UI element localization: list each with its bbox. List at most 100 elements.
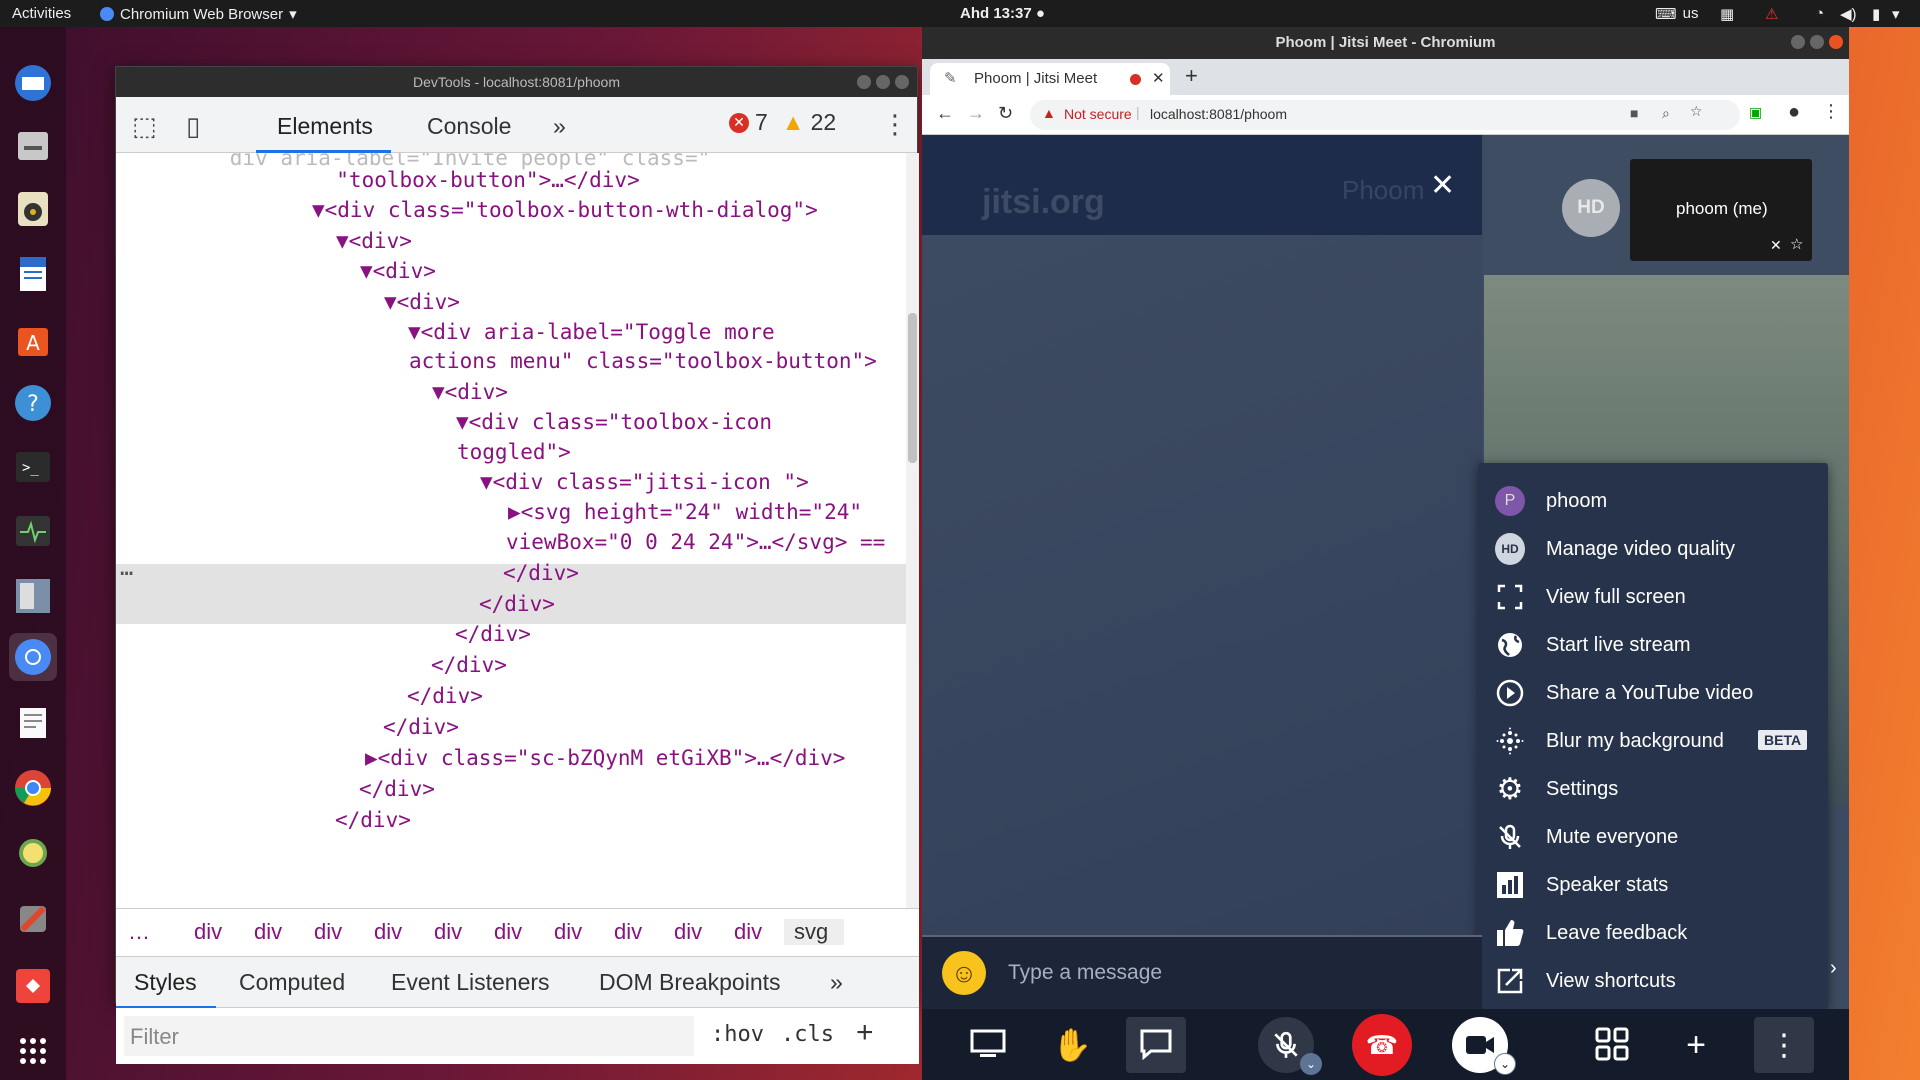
chromium-dock-icon[interactable] xyxy=(9,633,57,681)
breadcrumb-item-selected[interactable]: svg xyxy=(784,919,844,945)
system-tools-icon[interactable] xyxy=(9,895,57,943)
dom-line[interactable]: </div> xyxy=(407,681,483,711)
warning-icon[interactable]: ⚠ xyxy=(1765,5,1778,23)
invite-button[interactable]: + xyxy=(1666,1017,1726,1073)
browser-tab[interactable]: ✎ Phoom | Jitsi Meet ✕ xyxy=(930,63,1170,95)
more-tabs-button[interactable]: » xyxy=(553,113,566,140)
omnibox[interactable]: ▲ Not secure | localhost:8081/phoom ■ ⌕ … xyxy=(1030,100,1740,130)
breadcrumb-ellipsis[interactable]: … xyxy=(128,919,194,945)
chat-message-input[interactable]: Type a message xyxy=(1008,961,1162,985)
close-icon[interactable] xyxy=(1829,35,1843,49)
dom-line[interactable]: </div> xyxy=(359,774,435,804)
dom-line[interactable]: </div> xyxy=(455,619,531,649)
terminal-icon[interactable]: >_ xyxy=(9,443,57,491)
dom-tree-scrollbar[interactable] xyxy=(906,153,919,908)
menu-item-shortcuts[interactable]: View shortcuts xyxy=(1478,957,1828,1005)
scrollbar-thumb[interactable] xyxy=(908,313,917,463)
self-view-thumbnail[interactable]: phoom (me) ✕ ☆ xyxy=(1630,159,1812,261)
minimize-icon[interactable] xyxy=(857,75,871,89)
menu-item-live-stream[interactable]: Start live stream xyxy=(1478,621,1828,669)
tile-view-button[interactable] xyxy=(1582,1017,1642,1073)
tab-dom-breakpoints[interactable]: DOM Breakpoints xyxy=(599,969,781,996)
rhythmbox-icon[interactable] xyxy=(9,185,57,233)
close-chat-icon[interactable]: ✕ xyxy=(1430,168,1455,203)
breadcrumb-item[interactable]: div xyxy=(554,919,614,945)
dom-line[interactable]: ▼<div aria-label="Toggle more xyxy=(408,317,775,347)
dom-line[interactable]: ▼<div> xyxy=(360,256,436,286)
activities-button[interactable]: Activities xyxy=(12,5,71,22)
tab-event-listeners[interactable]: Event Listeners xyxy=(391,969,550,996)
back-icon[interactable]: ← xyxy=(936,103,954,124)
menu-item-feedback[interactable]: Leave feedback xyxy=(1478,909,1828,957)
kebab-menu-icon[interactable]: ⋮ xyxy=(882,109,908,140)
more-tabs-button[interactable]: » xyxy=(830,969,843,996)
breadcrumb-item[interactable]: div xyxy=(434,919,494,945)
device-toolbar-icon[interactable]: ▯ xyxy=(186,111,200,142)
screen-share-button[interactable] xyxy=(958,1017,1018,1073)
inspect-element-icon[interactable]: ⬚ xyxy=(132,111,157,142)
writer-icon[interactable] xyxy=(9,250,57,298)
app-menu[interactable]: Chromium Web Browser ▾ xyxy=(100,5,297,23)
dom-line[interactable]: </div> xyxy=(503,558,579,588)
breadcrumb-item[interactable]: div xyxy=(674,919,734,945)
text-editor-icon[interactable] xyxy=(9,699,57,747)
minimize-icon[interactable] xyxy=(1791,35,1805,49)
not-secure-label[interactable]: Not secure xyxy=(1064,106,1132,122)
error-counter[interactable]: ✕ 7 ▲ 22 xyxy=(729,109,836,136)
system-monitor-icon[interactable] xyxy=(9,507,57,555)
dom-line[interactable]: "toolbox-button">…</div> xyxy=(311,165,639,195)
tab-close-icon[interactable]: ✕ xyxy=(1152,63,1165,95)
dom-line[interactable]: ▼<div> xyxy=(432,377,508,407)
cls-button[interactable]: .cls xyxy=(781,1022,834,1047)
close-icon[interactable] xyxy=(895,75,909,89)
profile-icon[interactable]: ● xyxy=(1788,101,1800,124)
wifi-icon[interactable]: ◔ xyxy=(1815,5,1824,22)
filter-input[interactable]: Filter xyxy=(124,1016,694,1056)
node-ellipsis[interactable]: … xyxy=(120,556,133,581)
clock[interactable]: Ahd 13:37 ● xyxy=(960,5,1045,22)
url-text[interactable]: localhost:8081/phoom xyxy=(1150,106,1287,122)
dom-line[interactable]: ▼<div class="toolbox-icon xyxy=(456,407,772,437)
extension-icon[interactable]: ▣ xyxy=(1749,104,1762,121)
help-icon[interactable]: ? xyxy=(9,379,57,427)
zoom-icon[interactable]: ⌕ xyxy=(1662,105,1670,122)
dom-line[interactable]: </div> xyxy=(335,805,411,835)
chevron-down-icon[interactable]: ⌄ xyxy=(1494,1053,1516,1075)
breadcrumb-item[interactable]: div xyxy=(254,919,314,945)
reload-icon[interactable]: ↻ xyxy=(998,103,1013,124)
camera-button[interactable]: ⌄ xyxy=(1450,1017,1516,1075)
more-actions-button[interactable]: ⋮ xyxy=(1754,1017,1814,1073)
menu-item-fullscreen[interactable]: View full screen xyxy=(1478,573,1828,621)
dom-line[interactable]: actions menu" class="toolbox-button"> xyxy=(409,346,877,376)
menu-item-profile[interactable]: P phoom xyxy=(1478,477,1828,525)
chevron-right-icon[interactable]: › xyxy=(1830,957,1837,980)
camera-icon[interactable]: ■ xyxy=(1630,105,1638,121)
dom-line[interactable]: ▶<div class="sc-bZQynM etGiXB">…</div> xyxy=(365,743,845,773)
dom-line-selected[interactable]: viewBox="0 0 24 24">…</svg> == xyxy=(506,527,885,557)
chevron-down-icon[interactable]: ⌄ xyxy=(1300,1053,1322,1075)
dom-line[interactable]: toggled"> xyxy=(457,437,571,467)
calendar-icon[interactable]: ▦ xyxy=(1720,5,1734,23)
hov-button[interactable]: :hov xyxy=(711,1022,764,1047)
chrome-icon[interactable] xyxy=(9,764,57,812)
battery-icon[interactable]: ▮ xyxy=(1872,5,1880,23)
tab-console[interactable]: Console xyxy=(427,113,511,140)
breadcrumb-item[interactable]: div xyxy=(374,919,434,945)
bookmark-star-icon[interactable]: ☆ xyxy=(1690,103,1703,120)
dom-line[interactable]: </div> xyxy=(383,712,459,742)
breadcrumb-item[interactable]: div xyxy=(614,919,674,945)
anydesk-icon[interactable] xyxy=(9,962,57,1010)
devtools-titlebar[interactable]: DevTools - localhost:8081/phoom xyxy=(116,67,917,97)
dom-line[interactable]: ▼<div class="jitsi-icon "> xyxy=(480,467,809,497)
tab-elements[interactable]: Elements xyxy=(277,113,373,140)
breadcrumb-item[interactable]: div xyxy=(194,919,254,945)
menu-item-settings[interactable]: ⚙ Settings xyxy=(1478,765,1828,813)
dom-line-selected[interactable]: ▶<svg height="24" width="24" xyxy=(508,497,862,527)
forward-icon[interactable]: → xyxy=(967,103,985,124)
emoji-picker-icon[interactable]: ☺ xyxy=(942,951,986,995)
maximize-icon[interactable] xyxy=(876,75,890,89)
maximize-icon[interactable] xyxy=(1810,35,1824,49)
dom-line[interactable]: </div> xyxy=(479,589,555,619)
breadcrumb-item[interactable]: div xyxy=(494,919,554,945)
dom-line[interactable]: ▼<div class="toolbox-button-wth-dialog"> xyxy=(312,195,818,225)
